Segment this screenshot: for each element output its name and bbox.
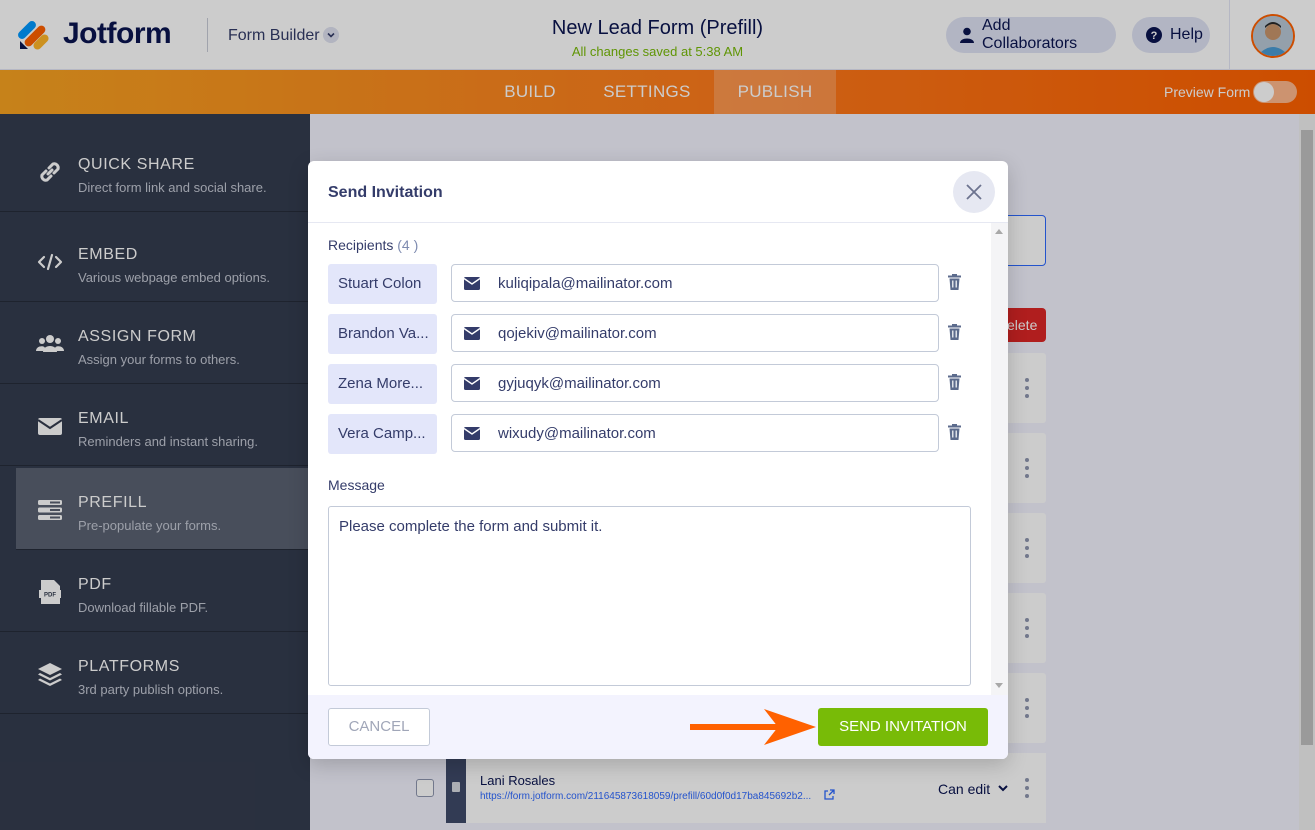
trash-icon[interactable] — [948, 274, 961, 290]
recipient-name-chip: Brandon Va... — [328, 314, 437, 354]
recipients-count: (4 ) — [397, 237, 419, 253]
message-label: Message — [328, 477, 385, 493]
send-invitation-dialog: Send Invitation Recipients (4 ) Stuart C… — [308, 161, 1008, 759]
recipient-email-field[interactable]: wixudy@mailinator.com — [451, 414, 939, 452]
dialog-footer: CANCEL SEND INVITATION — [308, 695, 1008, 759]
scroll-up-icon[interactable] — [995, 229, 1003, 234]
recipients-label: Recipients — [328, 237, 394, 253]
envelope-icon — [464, 327, 480, 340]
recipient-email-field[interactable]: kuliqipala@mailinator.com — [451, 264, 939, 302]
recipient-email-value: gyjuqyk@mailinator.com — [498, 375, 661, 392]
recipient-email-value: wixudy@mailinator.com — [498, 425, 656, 442]
recipient-email-value: kuliqipala@mailinator.com — [498, 275, 673, 292]
dialog-header: Send Invitation — [308, 161, 1008, 223]
recipient-row: Zena More... gyjuqyk@mailinator.com — [328, 364, 988, 404]
envelope-icon — [464, 277, 480, 290]
recipient-row: Stuart Colon kuliqipala@mailinator.com — [328, 264, 988, 304]
cancel-button[interactable]: CANCEL — [328, 708, 430, 746]
close-button[interactable] — [953, 171, 995, 213]
dialog-title: Send Invitation — [328, 184, 443, 201]
dialog-scrollbar[interactable] — [991, 223, 1008, 695]
arrow-pointer-icon — [690, 709, 816, 745]
recipient-email-value: qojekiv@mailinator.com — [498, 325, 657, 342]
envelope-icon — [464, 377, 480, 390]
trash-icon[interactable] — [948, 424, 961, 440]
message-textarea[interactable]: Please complete the form and submit it. — [328, 506, 971, 686]
trash-icon[interactable] — [948, 374, 961, 390]
trash-icon[interactable] — [948, 324, 961, 340]
recipient-name-chip: Zena More... — [328, 364, 437, 404]
recipient-row: Vera Camp... wixudy@mailinator.com — [328, 414, 988, 454]
recipient-email-field[interactable]: gyjuqyk@mailinator.com — [451, 364, 939, 402]
envelope-icon — [464, 427, 480, 440]
recipients-heading: Recipients (4 ) — [328, 237, 418, 253]
recipient-name-chip: Stuart Colon — [328, 264, 437, 304]
recipient-name-chip: Vera Camp... — [328, 414, 437, 454]
send-invitation-button[interactable]: SEND INVITATION — [818, 708, 988, 746]
recipient-row: Brandon Va... qojekiv@mailinator.com — [328, 314, 988, 354]
recipient-email-field[interactable]: qojekiv@mailinator.com — [451, 314, 939, 352]
close-icon — [966, 184, 982, 200]
scroll-down-icon[interactable] — [995, 683, 1003, 688]
